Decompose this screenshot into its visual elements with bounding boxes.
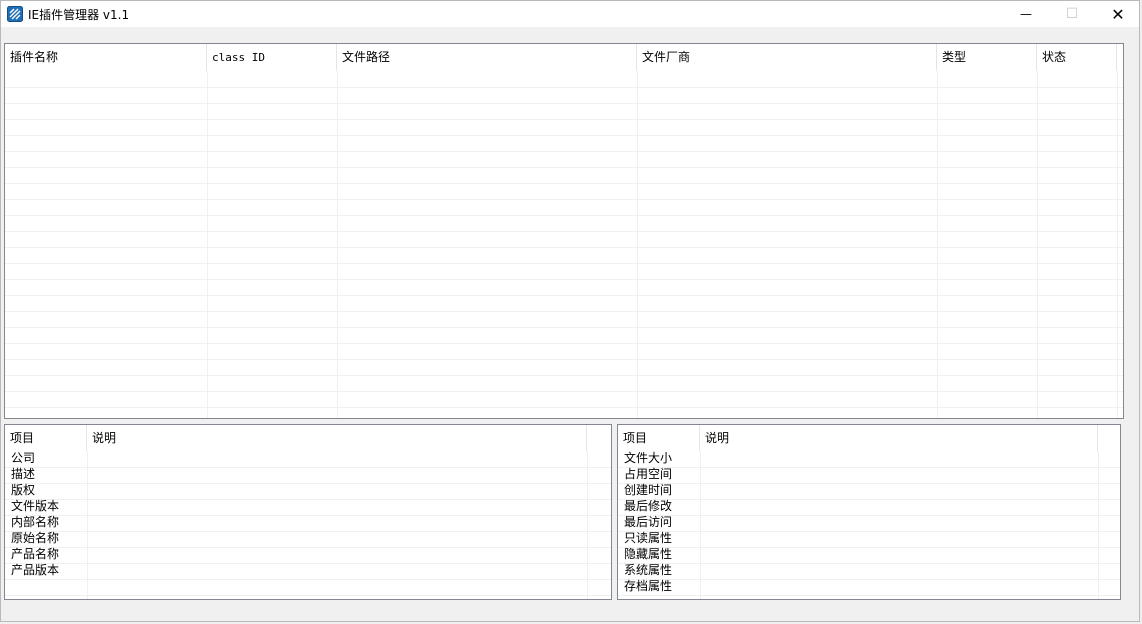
table-row[interactable]: [5, 119, 1123, 136]
table-row[interactable]: [5, 263, 1123, 280]
table-row[interactable]: [5, 391, 1123, 408]
item-label: 文件大小: [624, 451, 673, 465]
column-header-plugin-name[interactable]: 插件名称: [5, 44, 207, 71]
table-row[interactable]: [5, 467, 611, 484]
table-row[interactable]: [5, 199, 1123, 216]
table-row[interactable]: [5, 279, 1123, 296]
table-row[interactable]: [5, 151, 1123, 168]
title-bar[interactable]: IE插件管理器 v1.1 — ☐ ✕: [1, 1, 1139, 27]
table-row[interactable]: [5, 375, 1123, 392]
column-header-class-id[interactable]: class ID: [207, 44, 337, 71]
item-label: 公司: [11, 451, 36, 465]
table-row[interactable]: [5, 451, 611, 468]
item-label: 存档属性: [624, 579, 673, 593]
maximize-button[interactable]: ☐: [1049, 1, 1095, 27]
item-label: 版权: [11, 483, 36, 497]
table-row[interactable]: [5, 215, 1123, 232]
app-icon: [7, 6, 23, 22]
item-label: 产品版本: [11, 563, 60, 577]
item-label: 系统属性: [624, 563, 673, 577]
table-row[interactable]: [5, 515, 611, 532]
table-row[interactable]: [5, 183, 1123, 200]
column-header-item[interactable]: 项目: [618, 425, 700, 451]
close-icon: ✕: [1111, 4, 1125, 24]
item-label: 隐藏属性: [624, 547, 673, 561]
table-row[interactable]: [5, 547, 611, 564]
item-label: 描述: [11, 467, 36, 481]
column-header-status[interactable]: 状态: [1037, 44, 1117, 71]
item-label: 内部名称: [11, 515, 60, 529]
item-label: 产品名称: [11, 547, 60, 561]
item-label: 占用空间: [624, 467, 673, 481]
column-header-vendor[interactable]: 文件厂商: [637, 44, 937, 71]
table-row[interactable]: [5, 295, 1123, 312]
table-row[interactable]: [5, 327, 1123, 344]
table-row[interactable]: [5, 407, 1123, 418]
table-row[interactable]: [5, 343, 1123, 360]
column-header-item[interactable]: 项目: [5, 425, 87, 451]
minimize-icon: —: [1020, 7, 1032, 21]
item-label: 原始名称: [11, 531, 60, 545]
column-header-file-path[interactable]: 文件路径: [337, 44, 637, 71]
file-info-header: 项目 说明: [5, 425, 611, 451]
table-row[interactable]: [5, 579, 611, 596]
table-row[interactable]: [5, 499, 611, 516]
table-row[interactable]: [5, 87, 1123, 104]
plugin-list[interactable]: 插件名称 class ID 文件路径 文件厂商 类型 状态: [4, 43, 1124, 419]
file-attributes-header: 项目 说明: [618, 425, 1120, 451]
table-row[interactable]: [5, 103, 1123, 120]
column-header-description[interactable]: 说明: [700, 425, 1098, 451]
table-row[interactable]: [5, 483, 611, 500]
close-button[interactable]: ✕: [1095, 1, 1141, 27]
item-label: 最后访问: [624, 515, 673, 529]
file-info-list[interactable]: 项目 说明 公司描述版权文件版本内部名称原始名称产品名称产品版本: [4, 424, 612, 600]
item-label: 只读属性: [624, 531, 673, 545]
item-label: 文件版本: [11, 499, 60, 513]
table-row[interactable]: [5, 563, 611, 580]
item-label: 创建时间: [624, 483, 673, 497]
table-row[interactable]: [5, 167, 1123, 184]
minimize-button[interactable]: —: [1003, 1, 1049, 27]
plugin-list-header: 插件名称 class ID 文件路径 文件厂商 类型 状态: [5, 44, 1123, 71]
table-row[interactable]: [5, 359, 1123, 376]
app-window: IE插件管理器 v1.1 — ☐ ✕ 插件名称 class ID 文件路径 文件…: [0, 0, 1140, 622]
table-row[interactable]: [5, 231, 1123, 248]
item-label: 最后修改: [624, 499, 673, 513]
table-row[interactable]: [5, 247, 1123, 264]
file-attributes-list[interactable]: 项目 说明 文件大小占用空间创建时间最后修改最后访问只读属性隐藏属性系统属性存档…: [617, 424, 1121, 600]
table-row[interactable]: [5, 135, 1123, 152]
maximize-icon: ☐: [1065, 6, 1079, 22]
column-header-type[interactable]: 类型: [937, 44, 1037, 71]
table-row[interactable]: [5, 311, 1123, 328]
table-row[interactable]: [5, 531, 611, 548]
window-title: IE插件管理器 v1.1: [28, 8, 130, 22]
table-row[interactable]: [5, 71, 1123, 88]
column-header-description[interactable]: 说明: [87, 425, 587, 451]
